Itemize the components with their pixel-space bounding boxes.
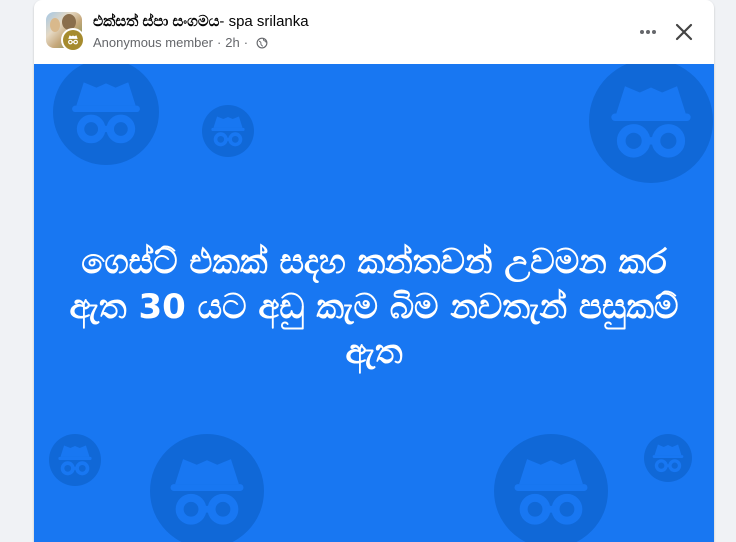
post-time[interactable]: 2h <box>225 35 239 50</box>
incognito-icon <box>202 105 254 157</box>
group-name-suffix: - spa srilanka <box>219 13 309 30</box>
group-name: එක්සත් ස්පා සංගමය <box>93 13 220 30</box>
more-horizontal-icon <box>640 30 656 34</box>
meta-separator: · <box>216 35 222 50</box>
author-name[interactable]: Anonymous member <box>93 35 213 50</box>
post-background-image[interactable]: ගෙස්ට් එකක් සදහ කන්තවන් උවමන කර ඇත 30 යට… <box>34 64 714 542</box>
anonymous-avatar[interactable] <box>61 28 85 52</box>
incognito-icon <box>49 434 101 486</box>
incognito-icon <box>150 434 264 542</box>
incognito-icon <box>644 434 692 482</box>
incognito-icon <box>494 434 608 542</box>
close-icon <box>675 23 693 41</box>
close-button[interactable] <box>668 16 700 48</box>
post-text: ගෙස්ට් එකක් සදහ කන්තවන් උවමන කර ඇත 30 යට… <box>69 242 679 372</box>
post-card: එක්සත් ස්පා සංගමය- spa srilanka Anonymou… <box>34 0 714 542</box>
incognito-icon <box>68 35 78 45</box>
incognito-icon <box>589 64 713 183</box>
meta-separator-2: · <box>243 35 249 50</box>
globe-icon[interactable] <box>256 37 268 49</box>
incognito-icon <box>53 64 159 165</box>
more-options-button[interactable] <box>632 16 664 48</box>
post-header: එක්සත් ස්පා සංගමය- spa srilanka Anonymou… <box>34 0 714 64</box>
post-meta: Anonymous member · 2h · <box>93 35 268 50</box>
group-name-link[interactable]: එක්සත් ස්පා සංගමය- spa srilanka <box>93 13 309 30</box>
